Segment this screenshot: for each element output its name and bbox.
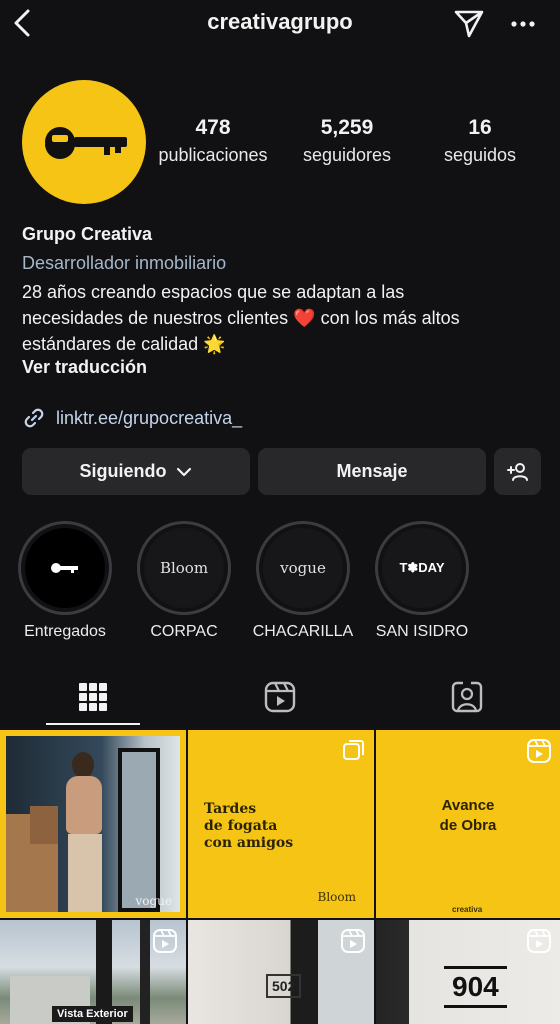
profile-bio: 28 años creando espacios que se adaptan …	[22, 279, 542, 357]
profile-link[interactable]: linktr.ee/grupocreativa_	[22, 404, 242, 432]
reels-icon	[264, 681, 296, 713]
highlight-cover	[18, 521, 112, 615]
stat-following-count: 16	[468, 116, 492, 139]
stat-followers[interactable]: 5,259 seguidores	[288, 116, 406, 166]
post-tile-4[interactable]: Vista Exterior	[0, 920, 186, 1024]
post-brand: Bloom	[317, 890, 356, 904]
highlight-cover-logo: vogue	[280, 559, 326, 577]
post-unit-number: 904	[444, 966, 507, 1008]
add-user-icon	[506, 462, 528, 481]
tab-grid[interactable]	[0, 666, 186, 728]
mirror-shape	[118, 748, 160, 912]
link-icon	[24, 408, 44, 428]
paper-plane-icon[interactable]	[452, 6, 486, 40]
active-tab-indicator	[46, 723, 140, 725]
post-tile-5[interactable]: 502	[188, 920, 374, 1024]
post-brand: vogue	[135, 894, 172, 908]
message-button-label: Mensaje	[336, 461, 408, 481]
bio-line: estándares de calidad 🌟	[22, 334, 226, 354]
highlight-title: CHACARILLA	[252, 623, 354, 640]
highlight-entregados[interactable]: Entregados	[3, 521, 127, 641]
bio-line: necesidades de nuestros clientes ❤️ con …	[22, 308, 460, 328]
stat-following[interactable]: 16 seguidos	[426, 116, 534, 166]
post-photo: vogue	[6, 736, 180, 912]
highlight-title: SAN ISIDRO	[375, 623, 469, 640]
stat-following-label: seguidos	[443, 145, 517, 165]
key-icon	[51, 563, 78, 573]
grid-icon	[79, 683, 107, 711]
highlight-cover: Bloom	[137, 521, 231, 615]
bio-line: 28 años creando espacios que se adaptan …	[22, 282, 405, 302]
post-tile-6[interactable]: 904	[376, 920, 560, 1024]
highlight-chacarilla[interactable]: vogue CHACARILLA	[241, 521, 365, 641]
reel-icon	[152, 928, 178, 959]
highlight-title: Entregados	[24, 623, 106, 640]
add-user-button[interactable]	[494, 448, 541, 495]
see-translation-link[interactable]: Ver traducción	[22, 357, 147, 378]
carousel-icon	[342, 738, 366, 767]
following-button[interactable]: Siguiendo	[22, 448, 250, 495]
person-head	[72, 752, 94, 778]
highlight-cover-logo: Bloom	[159, 559, 209, 577]
top-bar: creativagrupo	[0, 0, 560, 46]
profile-avatar[interactable]	[22, 80, 146, 204]
following-button-label: Siguiendo	[79, 461, 167, 481]
stat-posts[interactable]: 478 publicaciones	[150, 116, 276, 166]
key-logo-icon	[45, 127, 127, 159]
post-brand: creativa	[452, 905, 483, 914]
more-options-icon[interactable]	[506, 8, 540, 38]
highlight-cover-logo: T✽DAY	[399, 560, 445, 575]
highlight-san-isidro[interactable]: T✽DAY SAN ISIDRO	[360, 521, 484, 641]
tagged-icon	[451, 681, 483, 713]
reel-icon	[526, 928, 552, 959]
post-tile-2[interactable]: Tardes de fogata con amigos Bloom	[188, 730, 374, 918]
post-tile-1[interactable]: vogue	[0, 730, 186, 918]
highlight-cover: T✽DAY	[375, 521, 469, 615]
stat-posts-label: publicaciones	[158, 145, 268, 165]
post-caption: Vista Exterior	[52, 1006, 133, 1022]
profile-category: Desarrollador inmobiliario	[22, 253, 227, 273]
tab-tagged[interactable]	[374, 666, 560, 728]
post-unit-number: 502	[266, 974, 302, 998]
message-button[interactable]: Mensaje	[258, 448, 486, 495]
post-title: Avance de Obra	[439, 797, 497, 834]
highlight-corpac[interactable]: Bloom CORPAC	[122, 521, 246, 641]
reel-icon	[526, 738, 552, 769]
stat-posts-count: 478	[195, 116, 231, 139]
tab-reels[interactable]	[187, 666, 373, 728]
post-title: Tardes de fogata con amigos	[204, 801, 294, 851]
stat-followers-count: 5,259	[320, 116, 374, 139]
stat-followers-label: seguidores	[302, 145, 392, 165]
reel-icon	[340, 928, 366, 959]
profile-link-text: linktr.ee/grupocreativa_	[56, 407, 243, 428]
highlight-cover: vogue	[256, 521, 350, 615]
post-tile-3[interactable]: Avance de Obra creativa	[376, 730, 560, 918]
profile-name: Grupo Creativa	[22, 224, 153, 244]
profile-tabs	[0, 666, 560, 728]
chevron-down-icon	[176, 467, 191, 476]
person-body	[68, 834, 102, 912]
highlight-title: CORPAC	[150, 623, 218, 640]
